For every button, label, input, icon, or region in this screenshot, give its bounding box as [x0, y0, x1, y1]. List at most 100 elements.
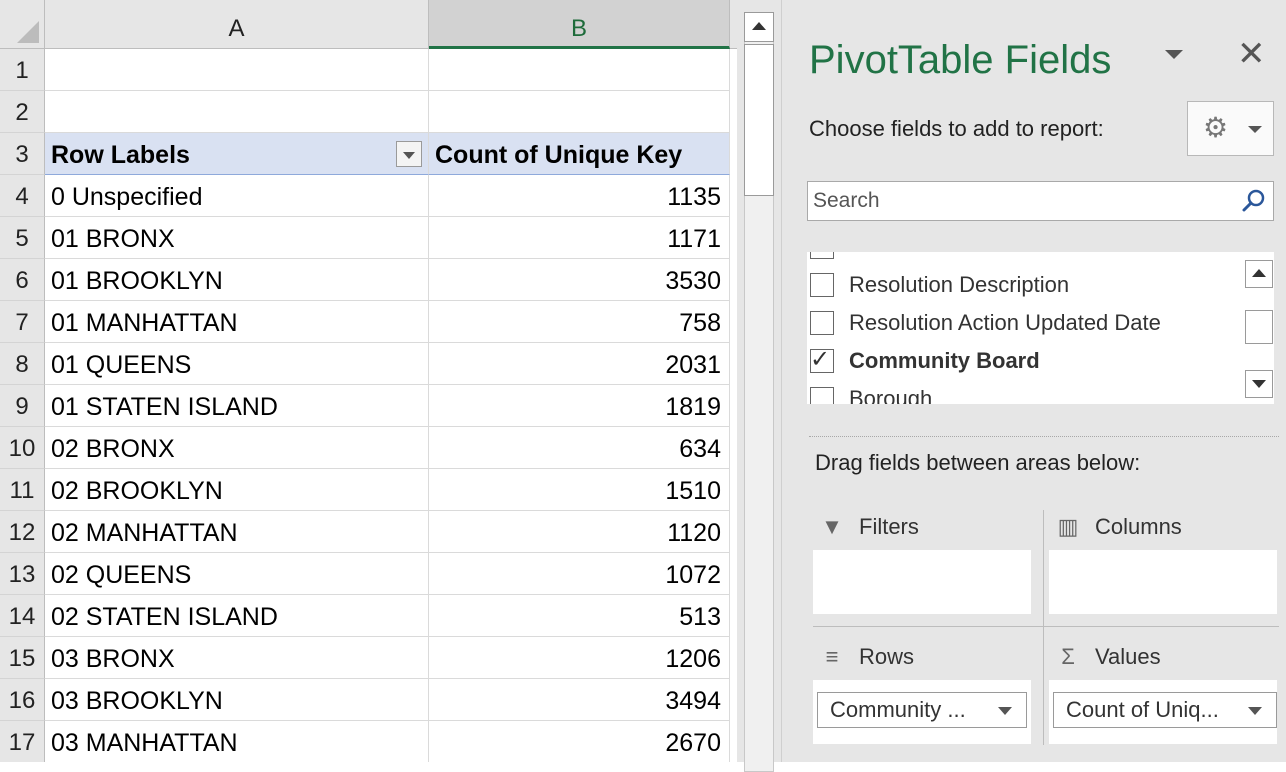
rows-drop-zone[interactable]: Community ... [813, 680, 1031, 744]
field-list[interactable]: Resolution Description Resolution Action… [807, 252, 1274, 404]
select-all-corner[interactable] [0, 0, 45, 49]
pivot-row-label[interactable]: 03 BRONX [45, 637, 429, 679]
row-header[interactable]: 12 [0, 511, 45, 553]
row-header[interactable]: 4 [0, 175, 45, 217]
field-search-box[interactable] [807, 181, 1274, 221]
row-header[interactable]: 7 [0, 301, 45, 343]
search-icon[interactable] [1241, 188, 1267, 214]
areas-horizontal-separator [813, 626, 1279, 627]
pivot-row-value[interactable]: 1135 [429, 175, 730, 217]
values-drop-zone[interactable]: Count of Uniq... [1049, 680, 1277, 744]
values-field-pill[interactable]: Count of Uniq... [1053, 692, 1277, 728]
row-header[interactable]: 10 [0, 427, 45, 469]
pivot-row-label[interactable]: 03 MANHATTAN [45, 721, 429, 762]
pivot-row-value[interactable]: 634 [429, 427, 730, 469]
pivot-row-value[interactable]: 513 [429, 595, 730, 637]
pivot-row-label[interactable]: 01 BRONX [45, 217, 429, 259]
pivot-row-value[interactable]: 1072 [429, 553, 730, 595]
row-header[interactable]: 6 [0, 259, 45, 301]
filters-drop-zone[interactable] [813, 550, 1031, 614]
values-field-label: Count of Uniq... [1066, 697, 1219, 722]
pivot-row-value[interactable]: 2670 [429, 721, 730, 762]
pivot-row-label[interactable]: 02 BROOKLYN [45, 469, 429, 511]
field-list-scroll-down[interactable] [1245, 370, 1273, 398]
rows-area-header: ≡ Rows [813, 640, 1043, 674]
row-header[interactable]: 2 [0, 91, 45, 133]
rows-field-pill[interactable]: Community ... [817, 692, 1027, 728]
tools-button[interactable]: ⚙ [1187, 101, 1274, 156]
field-checkbox[interactable] [810, 311, 834, 335]
pane-options-dropdown-icon[interactable] [1165, 50, 1183, 59]
scrollbar-thumb[interactable] [744, 44, 774, 196]
filter-dropdown-icon[interactable] [396, 141, 422, 167]
pivot-row-label[interactable]: 01 MANHATTAN [45, 301, 429, 343]
cell-empty[interactable] [45, 91, 429, 133]
pivot-row-value[interactable]: 1819 [429, 385, 730, 427]
pivot-value-header[interactable]: Count of Unique Key [429, 133, 730, 175]
pivot-row-value[interactable]: 1510 [429, 469, 730, 511]
chevron-down-icon[interactable] [998, 707, 1012, 715]
field-checkbox[interactable] [810, 273, 834, 297]
pivot-row-value[interactable]: 3530 [429, 259, 730, 301]
field-list-scrollbar[interactable] [1243, 252, 1274, 404]
field-item-partial[interactable] [807, 252, 1237, 266]
areas-vertical-separator [1043, 510, 1044, 745]
spreadsheet-grid[interactable]: A B 1 2 3 Row Labels Count of Unique Key 4 0 U… [0, 0, 737, 762]
sigma-icon: Σ [1061, 644, 1075, 669]
field-list-scroll-thumb[interactable] [1245, 310, 1273, 344]
columns-area-header: ▥ Columns [1049, 510, 1279, 544]
field-item-resolution-description[interactable]: Resolution Description [807, 266, 1237, 304]
sheet-vertical-scrollbar[interactable] [737, 0, 781, 772]
cell-empty[interactable] [45, 49, 429, 91]
row-header[interactable]: 16 [0, 679, 45, 721]
field-item-borough[interactable]: Borough [807, 380, 1237, 404]
cell-empty[interactable] [429, 91, 730, 133]
columns-drop-zone[interactable] [1049, 550, 1277, 614]
pivot-row-label[interactable]: 01 QUEENS [45, 343, 429, 385]
field-label: Community Board [849, 348, 1040, 373]
field-item-community-board[interactable]: ✓ Community Board [807, 342, 1237, 380]
column-header-c[interactable] [730, 0, 737, 49]
chevron-down-icon[interactable] [1248, 707, 1262, 715]
pivot-row-labels-header[interactable]: Row Labels [45, 133, 429, 175]
row-header[interactable]: 9 [0, 385, 45, 427]
row-header[interactable]: 11 [0, 469, 45, 511]
pivot-row-value[interactable]: 758 [429, 301, 730, 343]
field-checkbox[interactable] [810, 252, 834, 259]
pivot-row-value[interactable]: 1171 [429, 217, 730, 259]
pivot-row-label[interactable]: 02 QUEENS [45, 553, 429, 595]
scroll-up-button[interactable] [744, 12, 774, 42]
row-header[interactable]: 15 [0, 637, 45, 679]
column-header-a[interactable]: A [45, 0, 429, 49]
column-header-b[interactable]: B [429, 0, 730, 49]
search-input[interactable] [811, 185, 1235, 217]
row-header[interactable]: 1 [0, 49, 45, 91]
pivot-row-label[interactable]: 02 BRONX [45, 427, 429, 469]
field-item-resolution-action-updated-date[interactable]: Resolution Action Updated Date [807, 304, 1237, 342]
pivot-row-label[interactable]: 02 STATEN ISLAND [45, 595, 429, 637]
row-header[interactable]: 8 [0, 343, 45, 385]
row-header[interactable]: 5 [0, 217, 45, 259]
cell-empty[interactable] [429, 49, 730, 91]
pivot-row-value[interactable]: 1120 [429, 511, 730, 553]
pivottable-fields-pane: PivotTable Fields ✕ Choose fields to add… [781, 0, 1286, 762]
row-header[interactable]: 17 [0, 721, 45, 762]
pivot-row-label[interactable]: 01 STATEN ISLAND [45, 385, 429, 427]
gear-icon: ⚙ [1203, 112, 1229, 143]
pivot-row-value[interactable]: 3494 [429, 679, 730, 721]
row-header[interactable]: 14 [0, 595, 45, 637]
field-checkbox[interactable] [810, 387, 834, 404]
pivot-row-label[interactable]: 03 BROOKLYN [45, 679, 429, 721]
field-list-scroll-up[interactable] [1245, 260, 1273, 288]
row-header[interactable]: 3 [0, 133, 45, 175]
row-header[interactable]: 13 [0, 553, 45, 595]
rows-icon: ≡ [825, 644, 839, 669]
pivot-row-label[interactable]: 0 Unspecified [45, 175, 429, 217]
pane-divider [809, 436, 1279, 437]
pivot-row-value[interactable]: 1206 [429, 637, 730, 679]
close-icon[interactable]: ✕ [1237, 34, 1266, 74]
pivot-row-label[interactable]: 02 MANHATTAN [45, 511, 429, 553]
pivot-row-value[interactable]: 2031 [429, 343, 730, 385]
drag-fields-label: Drag fields between areas below: [815, 450, 1141, 475]
pivot-row-label[interactable]: 01 BROOKLYN [45, 259, 429, 301]
